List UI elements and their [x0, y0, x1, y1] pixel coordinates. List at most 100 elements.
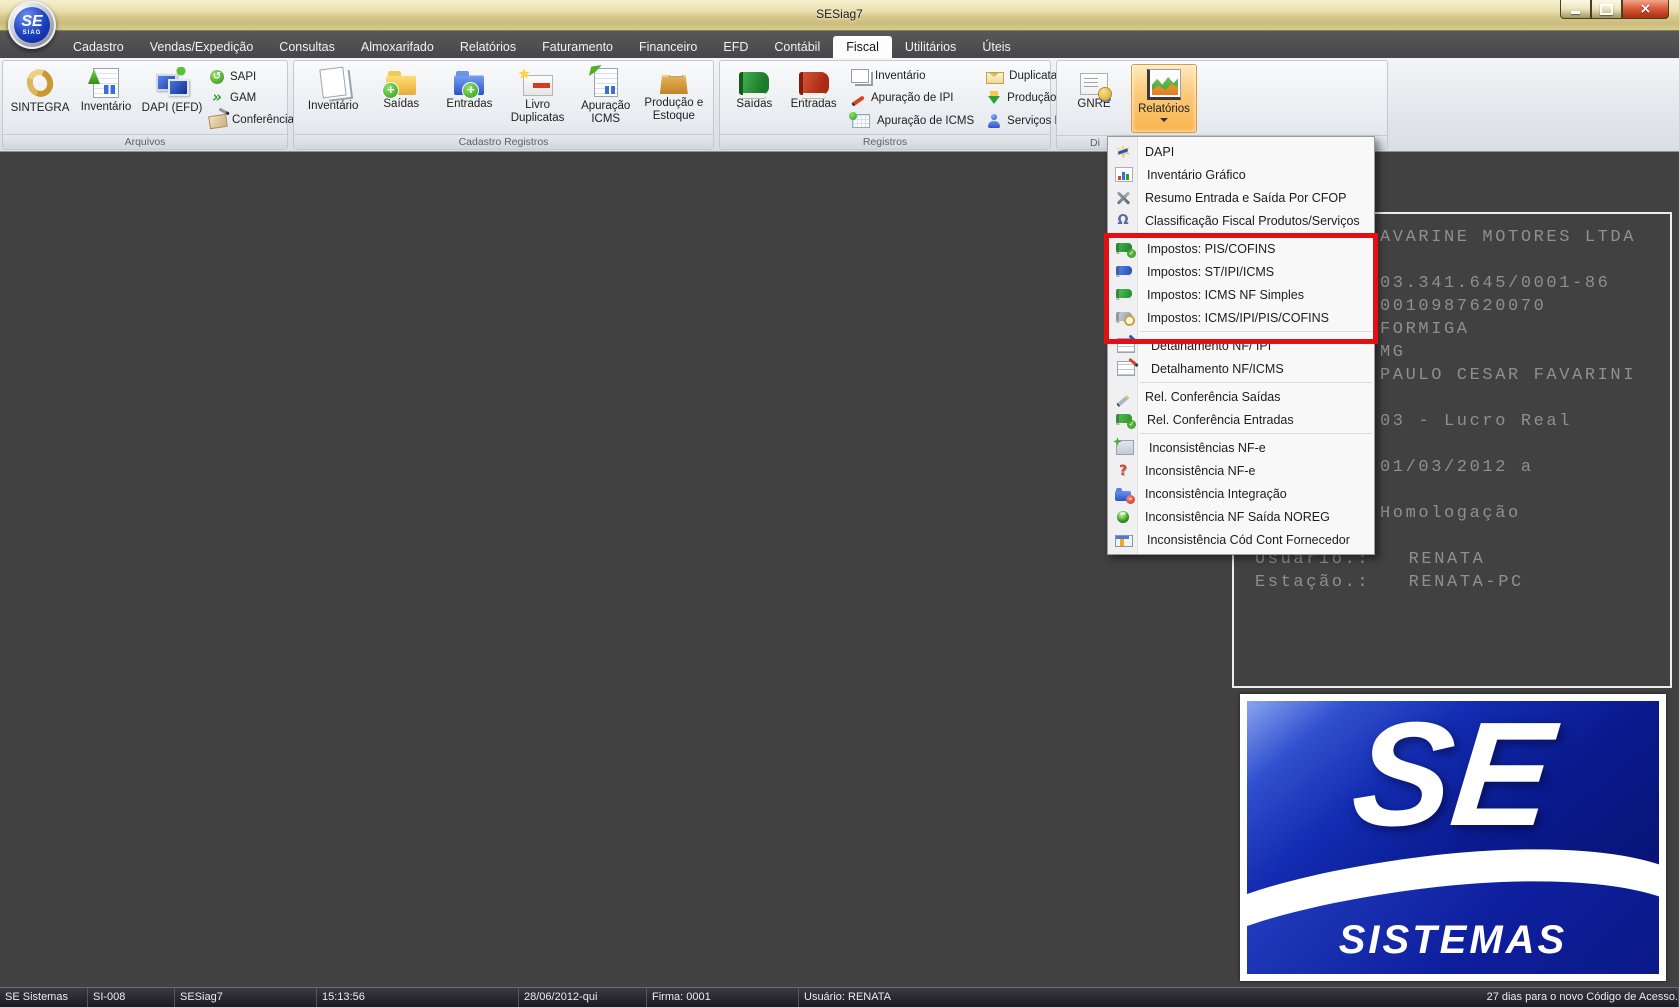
menu-item-impostos-icms-nf-simples[interactable]: Impostos: ICMS NF Simples — [1108, 283, 1374, 306]
ribbon-group-cadastro-registros: InventárioSaídasEntradasLivro Duplicatas… — [293, 60, 714, 150]
status-segment-x: SI-008 — [88, 988, 175, 1007]
logo-se-text: SE — [1247, 701, 1659, 855]
tab-fiscal[interactable]: Fiscal — [833, 36, 892, 58]
tab-relatorios[interactable]: Relatórios — [447, 36, 529, 58]
ribbon-button-inventario[interactable]: Inventário — [850, 68, 974, 84]
ribbon-button-gnre[interactable]: GNRE — [1061, 64, 1127, 133]
ribbon-button-producao-e-estoque[interactable]: Produção e Estoque — [641, 64, 707, 133]
folder-yellow-plus-icon — [386, 75, 416, 95]
menu-item-classificacao-fiscal-produtos-servicos[interactable]: Classificação Fiscal Produtos/Serviços — [1108, 209, 1374, 232]
ribbon-button-inventario[interactable]: Inventário — [73, 64, 139, 133]
gam-icon — [209, 90, 225, 106]
menu-book-blue-icon — [1116, 266, 1132, 277]
minimize-icon — [1571, 11, 1580, 14]
ribbon-button-apuracao-de-ipi[interactable]: Apuração de IPI — [850, 90, 974, 106]
menu-item-inconsistencia-integracao[interactable]: Inconsistência Integração — [1108, 482, 1374, 505]
ribbon-button-saidas[interactable]: Saídas — [725, 64, 783, 133]
status-segment-x: Usuário: RENATA — [799, 988, 1482, 1007]
menu-tools-icon — [1115, 190, 1131, 206]
papers-small-icon — [851, 69, 869, 83]
ribbon-button-livro-duplicatas[interactable]: Livro Duplicatas — [505, 64, 571, 133]
ribbon: SINTEGRAInventárioDAPI (EFD) SAPIGAMConf… — [0, 58, 1679, 152]
menu-chart-icon — [1115, 167, 1133, 182]
production-arrow-icon — [986, 90, 1002, 106]
se-logo-icon: SE SIAG — [14, 7, 50, 43]
sapi-icon — [209, 69, 225, 85]
menu-item-rel-conferencia-entradas[interactable]: Rel. Conferência Entradas — [1108, 408, 1374, 431]
folder-blue-plus-icon — [454, 75, 484, 95]
menu-book-search-icon — [1116, 312, 1132, 323]
person-blue-icon — [986, 113, 1002, 129]
se-sistemas-logo: SE SISTEMAS — [1240, 694, 1666, 981]
tab-uteis[interactable]: Úteis — [969, 36, 1023, 58]
tab-cadastro[interactable]: Cadastro — [60, 36, 137, 58]
panel-line-x: Estação.: RENATA-PC — [1234, 571, 1670, 594]
group-label-arquivos: Arquivos — [3, 134, 287, 149]
menu-book-check-icon — [1116, 243, 1132, 254]
menu-item-inconsistencia-nf-saida-noreg[interactable]: Inconsistência NF Saída NOREG — [1108, 505, 1374, 528]
menu-item-impostos-st-ipi-icms[interactable]: Impostos: ST/IPI/ICMS — [1108, 260, 1374, 283]
tab-vendas-expedicao[interactable]: Vendas/Expedição — [137, 36, 267, 58]
status-segment-x: 15:13:56 — [317, 988, 519, 1007]
menu-item-impostos-icms-ipi-pis-cofins[interactable]: Impostos: ICMS/IPI/PIS/COFINS — [1108, 306, 1374, 329]
menu-doc-pen-red-icon — [1117, 361, 1135, 376]
status-segment-x: 27 dias para o novo Código de Acesso. — [1482, 988, 1679, 1007]
menu-item-inventario-grafico[interactable]: Inventário Gráfico — [1108, 163, 1374, 186]
tab-consultas[interactable]: Consultas — [266, 36, 348, 58]
menu-item-detalhamento-nf-icms[interactable]: Detalhamento NF/ICMS — [1108, 357, 1374, 380]
pen-red-icon — [850, 90, 866, 106]
tab-almoxarifado[interactable]: Almoxarifado — [348, 36, 447, 58]
menu-table-small-icon — [1115, 535, 1133, 547]
menu-dapi-icon — [1115, 144, 1131, 160]
ribbon-group-arquivos: SINTEGRAInventárioDAPI (EFD) SAPIGAMConf… — [2, 60, 288, 150]
tab-financeiro[interactable]: Financeiro — [626, 36, 710, 58]
ribbon-button-apuracao-icms[interactable]: Apuração ICMS — [573, 64, 639, 133]
ribbon-button-saidas[interactable]: Saídas — [368, 64, 434, 133]
book-green-icon — [739, 72, 769, 95]
menu-item-rel-conferencia-saidas[interactable]: Rel. Conferência Saídas — [1108, 385, 1374, 408]
app-menu-button[interactable]: SE SIAG — [8, 1, 56, 49]
menu-item-impostos-pis-cofins[interactable]: Impostos: PIS/COFINS — [1108, 237, 1374, 260]
menu-globe-green-icon — [1115, 509, 1131, 525]
menu-question-red-icon — [1115, 463, 1131, 479]
ribbon-button-entradas[interactable]: Entradas — [436, 64, 502, 133]
tab-utilitarios[interactable]: Utilitários — [892, 36, 969, 58]
title-bar: SESiag7 — [0, 0, 1679, 31]
envelope-small-icon — [986, 72, 1004, 84]
menu-pencil-icon — [1115, 389, 1131, 405]
menu-separator — [1140, 433, 1372, 434]
menu-item-resumo-entrada-e-saida-por-cfop[interactable]: Resumo Entrada e Saída Por CFOP — [1108, 186, 1374, 209]
minimize-button[interactable] — [1560, 0, 1591, 19]
sintegra-icon — [23, 67, 57, 99]
grid-edit-icon — [852, 114, 870, 128]
ribbon-group-registros: SaídasEntradas Inventário Apuração de IPI… — [719, 60, 1051, 150]
ribbon-button-apuracao-de-icms[interactable]: Apuração de ICMS — [850, 113, 974, 129]
menu-item-dapi[interactable]: DAPI — [1108, 140, 1374, 163]
menu-item-inconsistencias-nf-e[interactable]: Inconsistências NF-e — [1108, 436, 1374, 459]
menu-item-inconsistencia-cod-cont-fornecedor[interactable]: Inconsistência Cód Cont Fornecedor — [1108, 528, 1374, 551]
status-segment-x: SE Sistemas — [0, 988, 88, 1007]
ribbon-button-sintegra[interactable]: SINTEGRA — [7, 64, 73, 133]
ribbon-button-sapi[interactable]: SAPI — [209, 69, 294, 85]
ribbon-button-gam[interactable]: GAM — [209, 90, 294, 106]
close-button[interactable] — [1622, 0, 1669, 19]
menu-book-check2-icon — [1116, 414, 1132, 425]
ribbon-button-entradas[interactable]: Entradas — [785, 64, 843, 133]
tab-contabil[interactable]: Contábil — [761, 36, 833, 58]
menu-folder-error-icon — [1115, 491, 1131, 501]
relatorios-dropdown-menu: DAPIInventário GráficoResumo Entrada e S… — [1107, 136, 1375, 555]
group-label-cadastro-registros: Cadastro Registros — [294, 134, 713, 149]
tab-efd[interactable]: EFD — [710, 36, 761, 58]
menu-omega-icon — [1115, 213, 1131, 229]
menu-item-detalhamento-nf-ipi[interactable]: Detalhamento NF/ IPI — [1108, 334, 1374, 357]
chart-report-icon — [1147, 69, 1181, 100]
menu-item-inconsistencia-nf-e[interactable]: Inconsistência NF-e — [1108, 459, 1374, 482]
ribbon-button-inventario[interactable]: Inventário — [300, 64, 366, 133]
maximize-button[interactable] — [1591, 0, 1622, 19]
status-segment-x: 28/06/2012-qui — [519, 988, 647, 1007]
ribbon-button-relatorios[interactable]: Relatórios — [1131, 64, 1197, 133]
ribbon-button-dapi-efd[interactable]: DAPI (EFD) — [139, 64, 205, 133]
tab-faturamento[interactable]: Faturamento — [529, 36, 626, 58]
ribbon-button-conferencia[interactable]: Conferência — [209, 112, 294, 128]
envelope-star-icon — [523, 75, 553, 96]
